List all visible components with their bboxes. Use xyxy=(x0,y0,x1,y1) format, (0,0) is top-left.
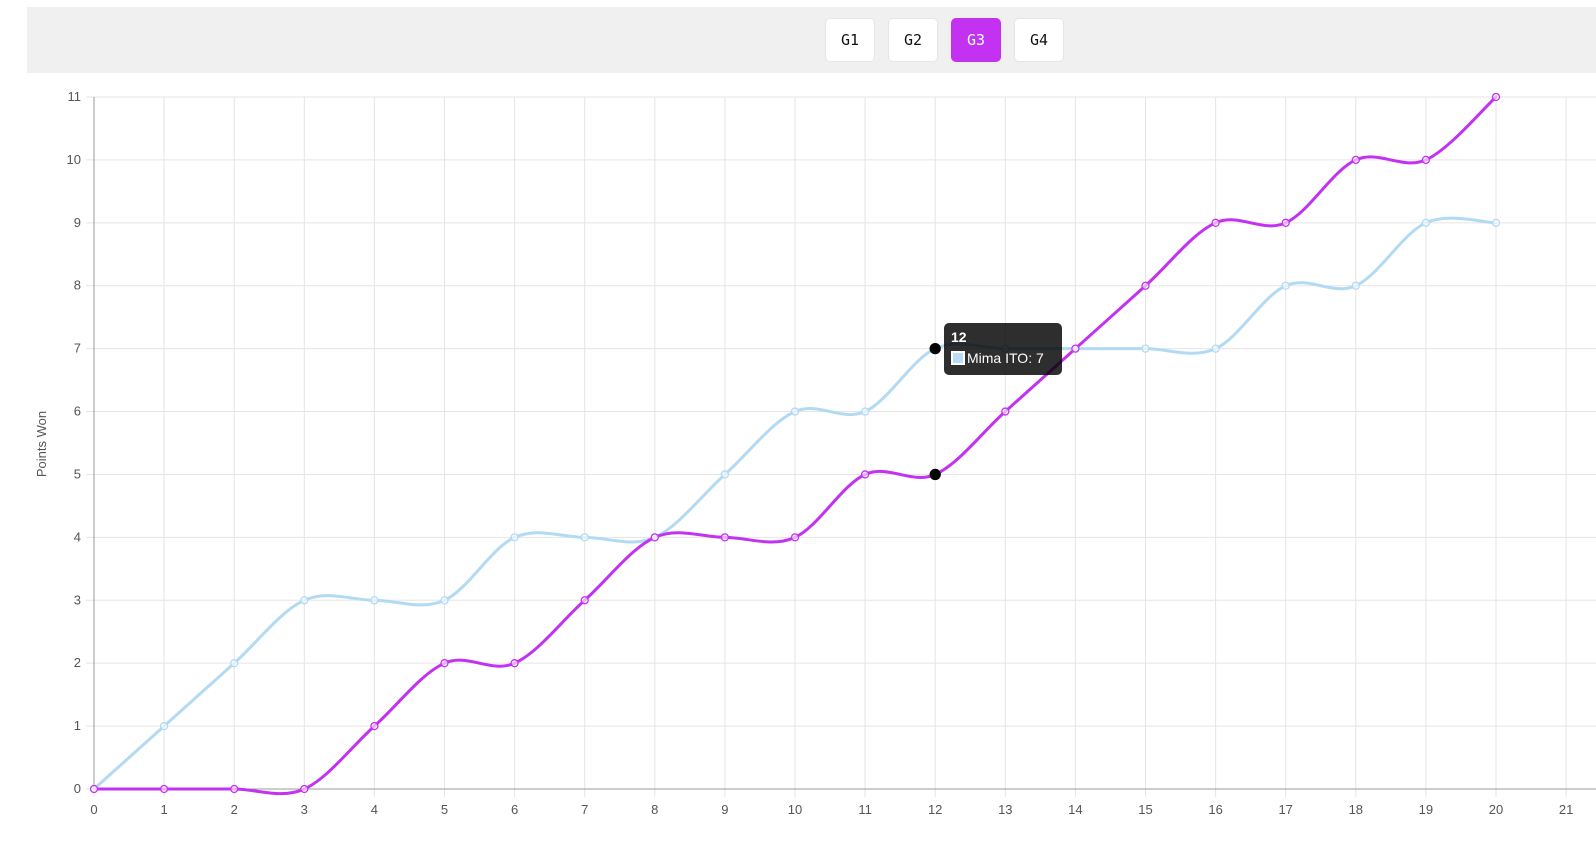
x-tick-label: 20 xyxy=(1489,802,1503,817)
data-point[interactable] xyxy=(230,784,239,794)
data-point[interactable] xyxy=(370,596,379,605)
y-tick-label: 4 xyxy=(74,529,81,544)
data-point[interactable] xyxy=(159,784,169,794)
data-point[interactable] xyxy=(1421,155,1431,165)
data-point[interactable] xyxy=(860,470,870,479)
x-tick-label: 3 xyxy=(301,802,308,817)
chart-axes: 012345678910110 1 2 3 4 5 6 7 8 9 10 11 12 13 14 15 16 17… xyxy=(67,89,1596,817)
data-point[interactable] xyxy=(929,468,941,481)
y-tick-label: 5 xyxy=(74,466,81,481)
y-tick-label: 3 xyxy=(74,592,81,607)
x-tick-label: 9 xyxy=(721,802,728,817)
x-tick-label: 13 xyxy=(998,802,1012,817)
y-tick-label: 2 xyxy=(74,655,81,670)
data-point[interactable] xyxy=(370,721,379,731)
data-point[interactable] xyxy=(230,659,239,668)
x-tick-label: 12 xyxy=(928,802,942,817)
x-tick-label: 6 xyxy=(511,802,518,817)
data-point[interactable] xyxy=(790,533,800,542)
chart-grid xyxy=(86,96,1596,797)
y-tick-label: 0 xyxy=(74,781,81,796)
x-tick-label: 1 xyxy=(160,802,167,817)
data-point[interactable] xyxy=(510,659,519,668)
tooltip-title: 12 xyxy=(951,329,967,345)
data-point[interactable] xyxy=(1211,344,1220,353)
data-point[interactable] xyxy=(1071,344,1080,353)
x-tick-label: 4 xyxy=(371,802,378,817)
data-point[interactable] xyxy=(1281,281,1290,290)
y-tick-label: 8 xyxy=(74,278,81,293)
y-tick-label: 7 xyxy=(74,341,81,356)
x-tick-label: 8 xyxy=(651,802,658,817)
x-tick-label: 11 xyxy=(858,802,872,817)
page: G1 G2 G3 G4 0 1 2 3 4 5 6 7 8 9 10 11 0 1 2 3 4 5 6 7 8 9 10 11… xyxy=(0,0,1596,858)
y-tick-label: 11 xyxy=(68,89,82,104)
y-tick-label: 1 xyxy=(74,718,81,733)
data-point[interactable] xyxy=(89,784,99,794)
data-point[interactable] xyxy=(1211,218,1220,227)
data-point[interactable] xyxy=(580,533,589,542)
data-point[interactable] xyxy=(720,533,730,542)
y-tick-label: 9 xyxy=(74,215,81,230)
y-axis-title: Points Won xyxy=(34,411,49,477)
data-point[interactable] xyxy=(580,596,589,605)
data-point[interactable] xyxy=(790,407,800,416)
x-tick-label: 21 xyxy=(1559,802,1573,817)
chart-tooltip: 12 Mima ITO: 7 xyxy=(944,323,1062,375)
y-tick-label: 6 xyxy=(74,404,81,419)
data-point[interactable] xyxy=(720,470,730,479)
x-tick-label: 0 xyxy=(90,802,97,817)
data-point[interactable] xyxy=(1001,407,1010,416)
data-point[interactable] xyxy=(1351,155,1360,165)
data-point[interactable] xyxy=(1491,218,1501,227)
data-point[interactable] xyxy=(1491,92,1501,102)
data-point[interactable] xyxy=(860,407,870,416)
x-tick-label: 18 xyxy=(1349,802,1363,817)
data-point[interactable] xyxy=(300,596,309,605)
data-point[interactable] xyxy=(1141,344,1150,353)
x-tick-label: 5 xyxy=(441,802,448,817)
data-point[interactable] xyxy=(650,533,659,542)
data-point[interactable] xyxy=(1421,218,1431,227)
data-point[interactable] xyxy=(300,784,309,794)
data-point[interactable] xyxy=(440,596,449,605)
tooltip-label: Mima ITO: 7 xyxy=(967,350,1044,366)
x-tick-label: 7 xyxy=(581,802,588,817)
x-tick-label: 15 xyxy=(1138,802,1152,817)
x-tick-label: 10 xyxy=(788,802,802,817)
data-point[interactable] xyxy=(159,721,169,731)
data-point[interactable] xyxy=(440,659,449,668)
data-point[interactable] xyxy=(510,533,519,542)
tooltip-color-swatch xyxy=(951,351,965,365)
x-tick-label: 17 xyxy=(1278,802,1292,817)
y-tick-label: 10 xyxy=(67,152,81,167)
tooltip-row: Mima ITO: 7 xyxy=(951,349,1055,367)
x-tick-label: 14 xyxy=(1068,802,1082,817)
data-point[interactable] xyxy=(1141,281,1150,290)
x-tick-label: 2 xyxy=(231,802,238,817)
data-point[interactable] xyxy=(1281,218,1290,227)
data-point[interactable] xyxy=(1351,281,1360,290)
points-won-line-chart: 012345678910110 1 2 3 4 5 6 7 8 9 10 11 12 13 14 15 16 17… xyxy=(34,89,1596,817)
data-point[interactable] xyxy=(929,342,941,355)
x-tick-label: 16 xyxy=(1208,802,1222,817)
x-tick-label: 19 xyxy=(1419,802,1433,817)
